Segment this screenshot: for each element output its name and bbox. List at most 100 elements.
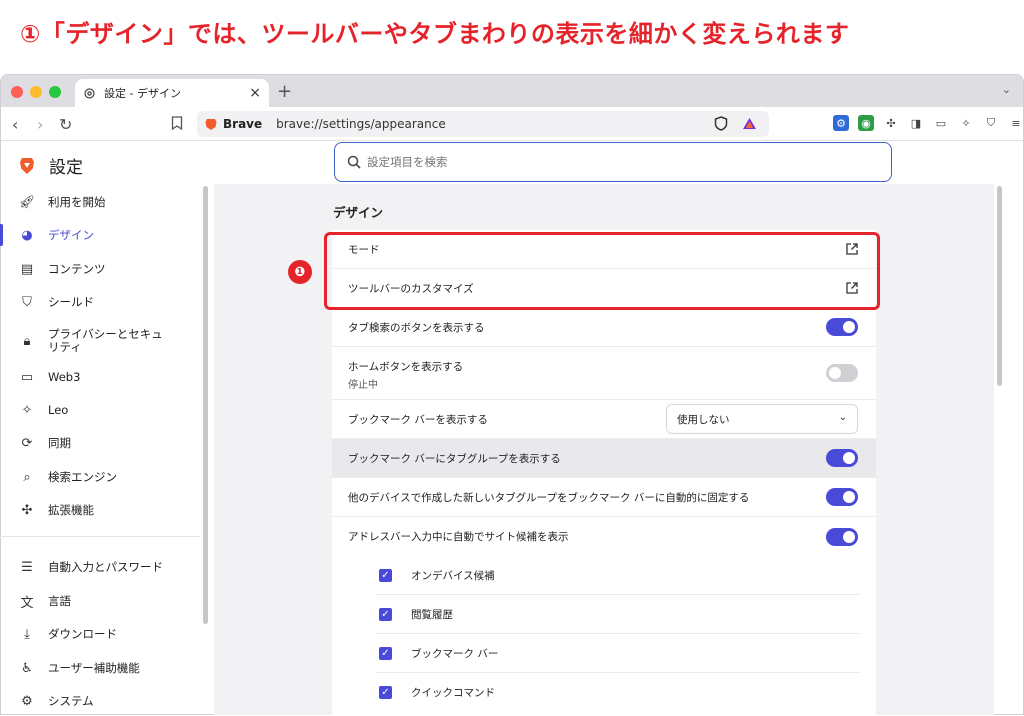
- sidebar-item-label: 利用を開始: [48, 194, 106, 209]
- wallet-icon: ▭: [20, 369, 34, 385]
- palette-icon: ◕: [21, 227, 33, 243]
- url-brand-label: Brave: [223, 117, 263, 131]
- reload-button[interactable]: ↻: [59, 115, 72, 134]
- close-window-button[interactable]: [11, 86, 23, 98]
- sidebar-item-shields[interactable]: ⛉ シールド: [0, 287, 200, 317]
- brave-lion-icon: [205, 118, 217, 130]
- address-suggestions-toggle[interactable]: [826, 527, 858, 546]
- sub-row-label: クイックコマンド: [411, 687, 495, 699]
- sidebar-item-label: 言語: [48, 593, 71, 608]
- sidebar-item-privacy[interactable]: 🔒︎ プライバシーとセキュリティ: [0, 324, 200, 358]
- row-home-button: ホームボタンを表示する 停止中: [332, 347, 876, 400]
- annotation-number-badge: ❶: [288, 260, 312, 284]
- download-icon: ⤓: [24, 626, 30, 642]
- sidebar-item-web3[interactable]: ▭ Web3: [0, 362, 200, 392]
- select-value: 使用しない: [677, 413, 730, 426]
- sidebar-item-label: ユーザー補助機能: [48, 660, 140, 675]
- sidebar-item-content[interactable]: ▤ コンテンツ: [0, 254, 200, 284]
- search-icon: ⌕: [23, 469, 31, 485]
- extension-blue-icon[interactable]: ⚙: [833, 115, 849, 131]
- sidebar-item-label: Leo: [48, 402, 69, 417]
- address-bar[interactable]: Brave brave://settings/appearance: [197, 111, 769, 137]
- tab-title: 設定 - デザイン: [104, 87, 181, 100]
- brave-logo-icon: [20, 157, 34, 174]
- checkbox-checked-icon[interactable]: ✓: [379, 646, 392, 660]
- settings-brand: 設定: [19, 153, 83, 178]
- sidebar-scrollbar[interactable]: [203, 186, 208, 624]
- sidebar-item-getting-started[interactable]: 🚀︎ 利用を開始: [0, 187, 200, 217]
- extension-green-icon[interactable]: ◉: [858, 115, 874, 131]
- row-bookmark-bar: ブックマーク バーを表示する 使用しない ⌄: [332, 400, 876, 439]
- sidebar-item-languages[interactable]: 文 言語: [0, 586, 200, 616]
- zoom-window-button[interactable]: [49, 86, 61, 98]
- sidebar-item-label: 自動入力とパスワード: [48, 559, 163, 574]
- url-text: brave://settings/appearance: [276, 117, 446, 131]
- sidebar-item-extensions[interactable]: ✣ 拡張機能: [0, 495, 200, 525]
- sidebar-item-label: 拡張機能: [48, 502, 94, 517]
- sidebar-divider: [0, 536, 200, 537]
- sparkle-icon: ✧: [21, 402, 33, 418]
- row-label: ブックマーク バーにタブグループを表示する: [348, 452, 561, 465]
- sidebar-item-system[interactable]: ⚙ システム: [0, 686, 200, 716]
- tab-strip: 設定 - デザイン × + ⌄: [1, 75, 1023, 107]
- shield-icon[interactable]: [714, 116, 728, 131]
- menu-icon[interactable]: ≡: [1008, 115, 1023, 131]
- puzzle-icon: ✣: [21, 502, 33, 518]
- sidebar-item-leo[interactable]: ✧ Leo: [0, 395, 200, 425]
- sidebar-item-search-engine[interactable]: ⌕ 検索エンジン: [0, 462, 200, 492]
- active-indicator: [0, 224, 3, 246]
- sidebar-item-autofill[interactable]: ☰ 自動入力とパスワード: [0, 552, 200, 582]
- sidebar-item-accessibility[interactable]: ♿︎ ユーザー補助機能: [0, 653, 200, 683]
- tab-menu-button[interactable]: ⌄: [1002, 83, 1011, 96]
- puzzle-icon[interactable]: ✣: [883, 115, 899, 131]
- section-title: デザイン: [333, 205, 384, 220]
- rocket-icon: 🚀︎: [18, 194, 36, 210]
- gear-icon: [84, 87, 95, 99]
- sidebar-item-label: システム: [48, 693, 94, 708]
- checkbox-checked-icon[interactable]: ✓: [379, 568, 392, 582]
- search-input[interactable]: [367, 155, 847, 169]
- row-tab-search-button: タブ検索のボタンを表示する: [332, 308, 876, 347]
- search-icon: [347, 155, 361, 169]
- sub-row-bookmarks[interactable]: ✓ ブックマーク バー: [376, 634, 860, 673]
- tab-close-button[interactable]: ×: [249, 85, 261, 101]
- auto-pin-toggle[interactable]: [826, 488, 858, 506]
- row-sublabel: 停止中: [348, 380, 378, 391]
- forward-button[interactable]: ›: [37, 115, 43, 134]
- content-icon: ▤: [20, 261, 34, 277]
- minimize-window-button[interactable]: [30, 86, 42, 98]
- wallet-icon[interactable]: ▭: [933, 115, 949, 131]
- sub-row-on-device[interactable]: ✓ オンデバイス候補: [376, 556, 860, 595]
- bookmark-icon[interactable]: [171, 116, 183, 130]
- sparkle-icon[interactable]: ✧: [958, 115, 974, 131]
- gear-icon: ⚙: [21, 693, 33, 709]
- sidebar-item-downloads[interactable]: ⤓ ダウンロード: [0, 619, 200, 649]
- back-button[interactable]: ‹: [12, 115, 18, 134]
- main-scrollbar[interactable]: [997, 186, 1002, 386]
- sidebar-toggle-icon[interactable]: ◨: [908, 115, 924, 131]
- sub-row-quick-commands[interactable]: ✓ クイックコマンド: [376, 673, 860, 712]
- tab-search-toggle[interactable]: [826, 318, 858, 336]
- sidebar-item-label: 検索エンジン: [48, 469, 117, 484]
- vpn-icon[interactable]: ⛉: [983, 115, 999, 131]
- row-label: アドレスバー入力中に自動でサイト候補を表示: [348, 531, 569, 543]
- sidebar-item-label: Web3: [48, 369, 81, 384]
- bookmark-tab-groups-toggle[interactable]: [826, 449, 858, 467]
- bookmark-bar-select[interactable]: 使用しない ⌄: [666, 404, 858, 434]
- home-button-toggle[interactable]: [826, 364, 858, 382]
- sub-row-label: 閲覧履歴: [411, 608, 453, 621]
- rewards-triangle-icon[interactable]: [742, 117, 757, 130]
- shield-icon: ⛉: [22, 294, 32, 310]
- row-label: ホームボタンを表示する: [348, 361, 464, 373]
- new-tab-button[interactable]: +: [277, 81, 292, 102]
- settings-search[interactable]: [334, 142, 892, 182]
- sidebar-item-sync[interactable]: ⟳ 同期: [0, 428, 200, 458]
- checkbox-checked-icon[interactable]: ✓: [379, 686, 392, 699]
- row-bookmark-tab-groups: ブックマーク バーにタブグループを表示する: [332, 439, 876, 478]
- sidebar-item-label: コンテンツ: [48, 261, 106, 276]
- sub-row-history[interactable]: ✓ 閲覧履歴: [376, 595, 860, 634]
- tab-settings[interactable]: 設定 - デザイン ×: [75, 79, 269, 107]
- sidebar-item-appearance[interactable]: ◕ デザイン: [0, 220, 200, 250]
- checkbox-checked-icon[interactable]: ✓: [379, 607, 392, 621]
- row-label: ブックマーク バーを表示する: [348, 413, 488, 426]
